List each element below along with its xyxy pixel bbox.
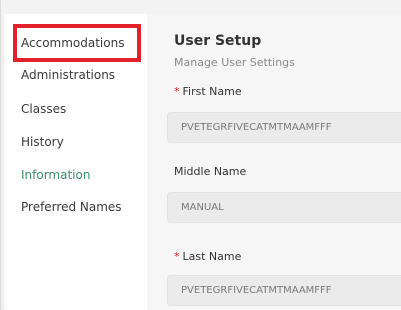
first-name-field[interactable]: PVETEGRFIVECATMTMAAMFFF <box>167 112 401 143</box>
last-name-label: * Last Name <box>174 250 241 263</box>
page-title: User Setup <box>174 33 262 49</box>
highlight-box <box>13 24 141 62</box>
middle-name-field[interactable]: MANUAL <box>167 192 401 223</box>
main-panel: User Setup Manage User Settings * First N… <box>147 14 401 310</box>
app-frame: Accommodations Administrations Classes H… <box>0 0 401 310</box>
last-name-label-text: Last Name <box>182 250 242 263</box>
sidebar-item-information[interactable]: Information <box>21 168 90 182</box>
sidebar-item-preferred-names[interactable]: Preferred Names <box>21 200 122 214</box>
first-name-label: * First Name <box>174 85 242 98</box>
page-subtitle: Manage User Settings <box>174 56 295 69</box>
sidebar-item-classes[interactable]: Classes <box>21 102 66 116</box>
first-name-label-text: First Name <box>182 85 242 98</box>
sidebar-item-history[interactable]: History <box>21 135 64 149</box>
middle-name-label: Middle Name <box>174 165 246 178</box>
middle-name-label-text: Middle Name <box>174 165 247 178</box>
top-strip <box>1 0 401 14</box>
required-marker: * <box>174 250 180 263</box>
required-marker: * <box>174 85 180 98</box>
last-name-field[interactable]: PVETEGRFIVECATMTMAAMFFF <box>167 275 401 306</box>
sidebar-item-administrations[interactable]: Administrations <box>21 68 115 82</box>
